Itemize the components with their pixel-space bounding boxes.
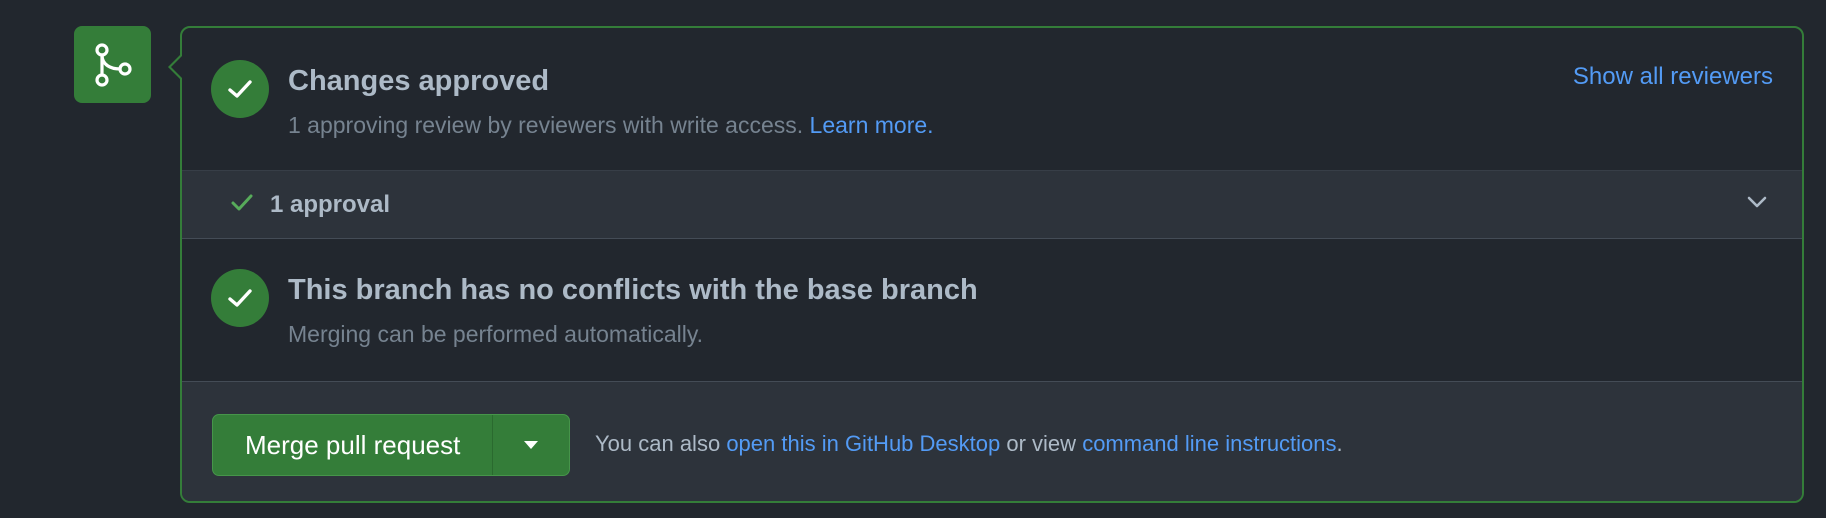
no-conflicts-title: This branch has no conflicts with the ba… [288,274,978,306]
chevron-down-icon[interactable] [1746,195,1768,209]
merge-status-panel: Changes approved 1 approving review by r… [168,26,1804,503]
check-icon [231,194,253,211]
changes-approved-title: Changes approved [288,65,550,97]
changes-approved-subtitle: 1 approving review by reviewers with wri… [288,112,934,139]
show-all-reviewers-link[interactable]: Show all reviewers [1573,63,1773,91]
merge-box-timeline: Changes approved 1 approving review by r… [0,0,1826,518]
merge-action-section: Merge pull request You can also open thi… [182,382,1802,501]
panel-pointer [168,54,182,80]
merge-pull-request-button[interactable]: Merge pull request [213,415,494,475]
no-conflicts-section: This branch has no conflicts with the ba… [182,239,1802,382]
no-conflicts-subtitle: Merging can be performed automatically. [288,321,704,347]
approving-review-text: 1 approving review by reviewers with wri… [288,112,804,138]
command-line-instructions-link[interactable]: command line instructions [1082,431,1336,456]
merge-button-group: Merge pull request [212,414,571,476]
open-github-desktop-link[interactable]: open this in GitHub Desktop [726,431,1000,456]
approval-count-label: 1 approval [270,191,391,218]
merge-alternatives-note: You can also open this in GitHub Desktop… [595,431,1343,457]
triangle-down-icon [524,441,539,449]
check-circle-icon [211,269,269,327]
approvals-toggle-row[interactable]: 1 approval [182,171,1802,239]
note-prefix: You can also [595,431,721,456]
merge-method-dropdown-button[interactable] [493,415,569,475]
git-merge-icon [74,26,151,103]
learn-more-link[interactable]: Learn more. [810,112,934,138]
check-circle-icon [211,60,269,118]
changes-approved-section: Changes approved 1 approving review by r… [182,28,1802,171]
note-suffix: . [1336,431,1343,456]
note-middle: or view [1006,431,1077,456]
